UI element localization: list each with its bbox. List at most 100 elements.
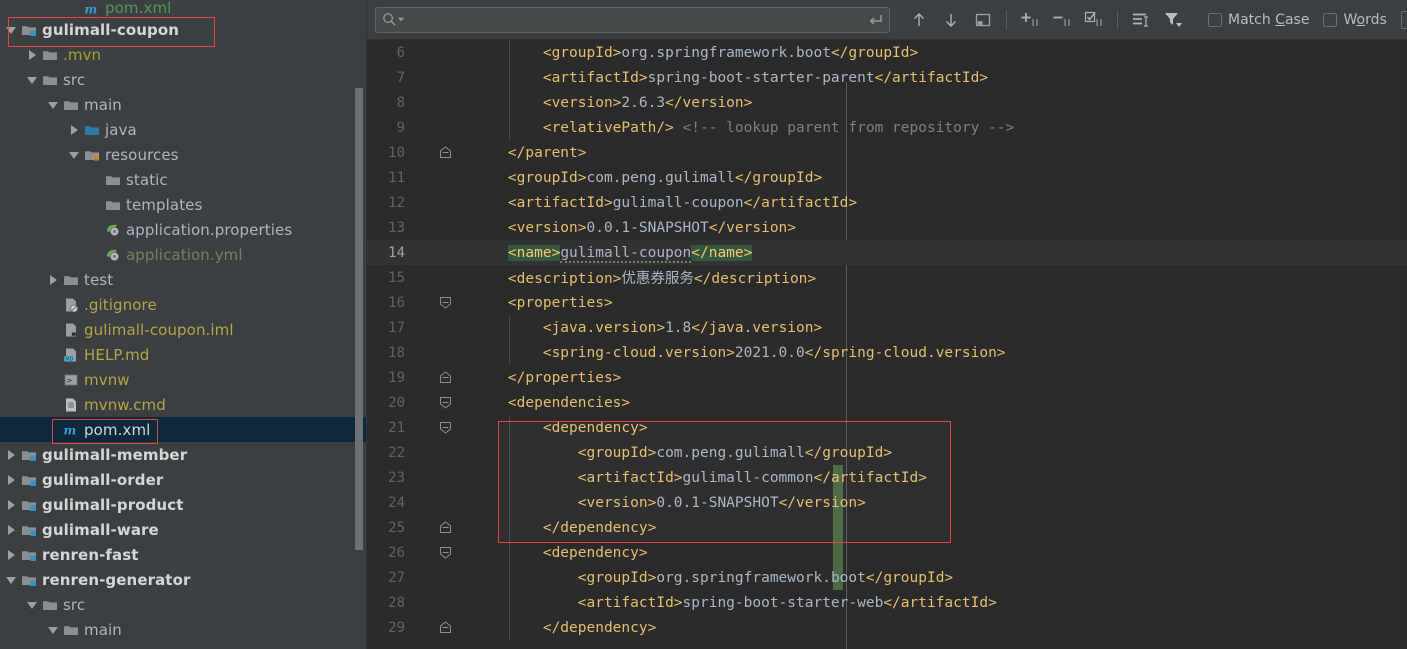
line-number[interactable]: 6 — [367, 45, 413, 61]
tree-row--mvn[interactable]: .mvn — [0, 42, 367, 67]
code-line-27[interactable]: 27 <groupId>org.springframework.boot</gr… — [367, 565, 1407, 590]
code-line-23[interactable]: 23 <artifactId>gulimall-common</artifact… — [367, 465, 1407, 490]
code-text[interactable]: <dependencies> — [473, 395, 1407, 411]
fold-end-icon[interactable] — [439, 521, 452, 534]
line-number[interactable]: 19 — [367, 370, 413, 386]
code-text[interactable]: <relativePath/> <!-- lookup parent from … — [473, 120, 1407, 136]
tree-row-application-properties[interactable]: application.properties — [0, 217, 367, 242]
code-line-11[interactable]: 11 <groupId>com.peng.gulimall</groupId> — [367, 165, 1407, 190]
code-line-13[interactable]: 13 <version>0.0.1-SNAPSHOT</version> — [367, 215, 1407, 240]
chevron-right-icon[interactable] — [6, 499, 17, 510]
chevron-down-icon[interactable] — [6, 574, 17, 585]
code-line-6[interactable]: 6 <groupId>org.springframework.boot</gro… — [367, 40, 1407, 65]
tree-row-gulimall-order[interactable]: gulimall-order — [0, 467, 367, 492]
fold-expanded-icon[interactable] — [439, 396, 452, 409]
fold-expanded-icon[interactable] — [439, 421, 452, 434]
line-number[interactable]: 26 — [367, 545, 413, 561]
chevron-right-icon[interactable] — [27, 49, 38, 60]
code-text[interactable]: <java.version>1.8</java.version> — [473, 320, 1407, 336]
project-tool-window[interactable]: m pom.xml gulimall-coupon .mvn src main java re… — [0, 0, 367, 649]
tree-row-pom-xml[interactable]: m pom.xml — [0, 417, 367, 442]
gutter[interactable] — [413, 315, 473, 340]
tree-row-templates[interactable]: templates — [0, 192, 367, 217]
words-checkbox[interactable]: Words — [1323, 12, 1387, 28]
tree-vertical-scrollbar[interactable] — [355, 88, 363, 550]
code-text[interactable]: <groupId>com.peng.gulimall</groupId> — [473, 170, 1407, 186]
code-line-20[interactable]: 20 <dependencies> — [367, 390, 1407, 415]
add-occurrence-button[interactable] — [1017, 7, 1043, 33]
code-line-24[interactable]: 24 <version>0.0.1-SNAPSHOT</version> — [367, 490, 1407, 515]
line-number[interactable]: 13 — [367, 220, 413, 236]
code-text[interactable]: </dependency> — [473, 520, 1407, 536]
chevron-down-icon[interactable] — [27, 74, 38, 85]
line-number[interactable]: 29 — [367, 620, 413, 636]
fold-end-icon[interactable] — [439, 621, 452, 634]
chevron-right-icon[interactable] — [6, 449, 17, 460]
remove-occurrence-button[interactable] — [1049, 7, 1075, 33]
code-text[interactable]: <artifactId>gulimall-common</artifactId> — [473, 470, 1407, 486]
code-line-14[interactable]: 14 <name>gulimall-coupon</name> — [367, 240, 1407, 265]
code-line-26[interactable]: 26 <dependency> — [367, 540, 1407, 565]
chevron-down-icon[interactable] — [48, 624, 59, 635]
filter-button[interactable] — [1160, 7, 1186, 33]
code-text[interactable]: <description>优惠券服务</description> — [473, 267, 1407, 288]
line-number[interactable]: 9 — [367, 120, 413, 136]
gutter[interactable] — [413, 390, 473, 415]
code-text[interactable]: <name>gulimall-coupon</name> — [473, 244, 1407, 263]
regex-checkbox[interactable] — [1400, 10, 1407, 29]
gutter[interactable] — [413, 340, 473, 365]
line-number[interactable]: 27 — [367, 570, 413, 586]
find-next-button[interactable] — [938, 7, 964, 33]
code-text[interactable]: <version>0.0.1-SNAPSHOT</version> — [473, 495, 1407, 511]
gutter[interactable] — [413, 240, 473, 265]
tree-row-java[interactable]: java — [0, 117, 367, 142]
chevron-down-icon[interactable] — [69, 149, 80, 160]
line-number[interactable]: 7 — [367, 70, 413, 86]
fold-expanded-icon[interactable] — [439, 546, 452, 559]
fold-expanded-icon[interactable] — [439, 296, 452, 309]
search-input[interactable] — [405, 12, 867, 27]
code-text[interactable]: <spring-cloud.version>2021.0.0</spring-c… — [473, 345, 1407, 361]
line-number[interactable]: 24 — [367, 495, 413, 511]
code-text[interactable]: <dependency> — [473, 545, 1407, 561]
tree-row-application-yml[interactable]: application.yml — [0, 242, 367, 267]
line-number[interactable]: 28 — [367, 595, 413, 611]
code-line-17[interactable]: 17 <java.version>1.8</java.version> — [367, 315, 1407, 340]
code-line-9[interactable]: 9 <relativePath/> <!-- lookup parent fro… — [367, 115, 1407, 140]
search-in-comments-button[interactable] — [1128, 7, 1154, 33]
tree-row-mvnw[interactable]: > mvnw — [0, 367, 367, 392]
code-line-16[interactable]: 16 <properties> — [367, 290, 1407, 315]
gutter[interactable] — [413, 265, 473, 290]
gutter[interactable] — [413, 90, 473, 115]
code-editor[interactable]: 6 <groupId>org.springframework.boot</gro… — [367, 40, 1407, 649]
tree-row-mvnw-cmd[interactable]: mvnw.cmd — [0, 392, 367, 417]
line-number[interactable]: 18 — [367, 345, 413, 361]
line-number[interactable]: 16 — [367, 295, 413, 311]
search-field-wrapper[interactable] — [375, 6, 890, 33]
chevron-down-icon[interactable] — [48, 99, 59, 110]
code-text[interactable]: <groupId>com.peng.gulimall</groupId> — [473, 445, 1407, 461]
gutter[interactable] — [413, 465, 473, 490]
tree-row-resources[interactable]: resources — [0, 142, 367, 167]
code-text[interactable]: </parent> — [473, 145, 1407, 161]
code-line-19[interactable]: 19 </properties> — [367, 365, 1407, 390]
gutter[interactable] — [413, 115, 473, 140]
code-line-10[interactable]: 10 </parent> — [367, 140, 1407, 165]
line-number[interactable]: 20 — [367, 395, 413, 411]
code-text[interactable]: <dependency> — [473, 420, 1407, 436]
code-text[interactable]: <version>2.6.3</version> — [473, 95, 1407, 111]
code-line-15[interactable]: 15 <description>优惠券服务</description> — [367, 265, 1407, 290]
chevron-down-icon[interactable] — [27, 599, 38, 610]
tree-row-gulimall-product[interactable]: gulimall-product — [0, 492, 367, 517]
gutter[interactable] — [413, 440, 473, 465]
enter-return-icon[interactable] — [867, 13, 883, 27]
line-number[interactable]: 15 — [367, 270, 413, 286]
chevron-right-icon[interactable] — [6, 524, 17, 535]
code-text[interactable]: <properties> — [473, 295, 1407, 311]
code-line-12[interactable]: 12 <artifactId>gulimall-coupon</artifact… — [367, 190, 1407, 215]
code-text[interactable]: <artifactId>gulimall-coupon</artifactId> — [473, 195, 1407, 211]
gutter[interactable] — [413, 615, 473, 640]
tree-row-gulimall-coupon[interactable]: gulimall-coupon — [0, 17, 367, 42]
gutter[interactable] — [413, 190, 473, 215]
line-number[interactable]: 21 — [367, 420, 413, 436]
